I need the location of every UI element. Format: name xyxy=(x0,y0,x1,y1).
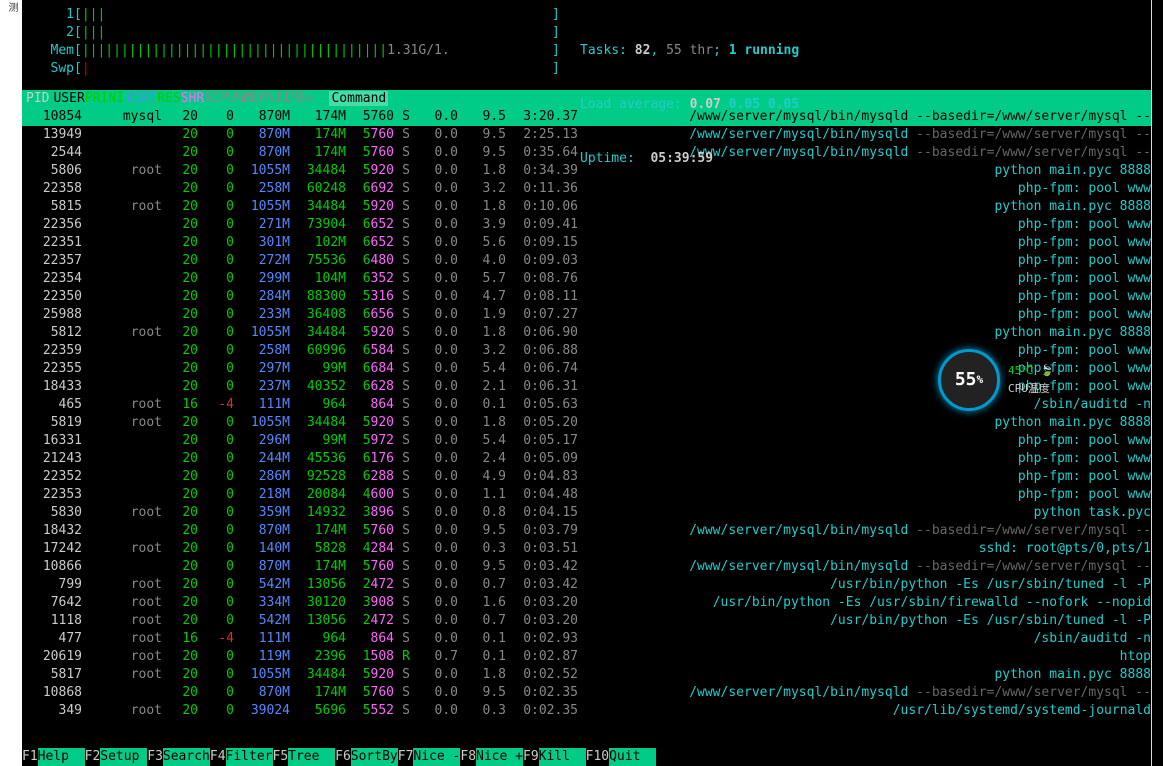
process-row[interactable]: 5812root2001055M344845920S0.01.80:06.90 … xyxy=(22,324,1151,342)
fkey-label[interactable]: SortBy xyxy=(351,748,398,766)
process-row[interactable]: 5815root2001055M344845920S0.01.80:10.06 … xyxy=(22,198,1151,216)
cpu-usage-circle: 55% xyxy=(938,349,1000,411)
process-row[interactable]: 22353200218M200844600S0.01.10:04.48 php-… xyxy=(22,486,1151,504)
fkey-f5[interactable]: F5 xyxy=(273,748,289,766)
fkey-f1[interactable]: F1 xyxy=(22,748,38,766)
process-row[interactable]: 7642root200334M301203908S0.01.60:03.20 /… xyxy=(22,594,1151,612)
process-row[interactable]: 5817root2001055M344845920S0.01.80:02.52 … xyxy=(22,666,1151,684)
process-row[interactable]: 22356200271M739046652S0.03.90:09.41 php-… xyxy=(22,216,1151,234)
process-row[interactable]: 22354200299M104M6352S0.05.70:08.76 php-f… xyxy=(22,270,1151,288)
process-row[interactable]: 5830root200359M149323896S0.00.80:04.15 p… xyxy=(22,504,1151,522)
process-row[interactable]: 22357200272M755366480S0.04.00:09.03 php-… xyxy=(22,252,1151,270)
fkey-f8[interactable]: F8 xyxy=(460,748,476,766)
process-row[interactable]: 477root16-4111M964864S0.00.10:02.93 /sbi… xyxy=(22,630,1151,648)
fkey-f9[interactable]: F9 xyxy=(523,748,539,766)
process-row[interactable]: 22352200286M925286288S0.04.90:04.83 php-… xyxy=(22,468,1151,486)
process-row[interactable]: 5819root2001055M344845920S0.01.80:05.20 … xyxy=(22,414,1151,432)
process-row[interactable]: 1118root200542M130562472S0.00.70:03.20 /… xyxy=(22,612,1151,630)
host-sidebar: 测 xyxy=(0,0,22,766)
cpu-temp-widget[interactable]: 55% 45℃ 🍃 CPU温度 xyxy=(938,345,1058,415)
cpu-temp-info: 45℃ 🍃 CPU温度 xyxy=(1008,362,1054,398)
fkey-label[interactable]: Help xyxy=(38,748,85,766)
process-row[interactable]: 20619root200119M23961508R0.70.10:02.87 h… xyxy=(22,648,1151,666)
fkey-label[interactable]: Kill xyxy=(539,748,586,766)
fkey-label[interactable]: Nice + xyxy=(476,748,523,766)
fkey-f2[interactable]: F2 xyxy=(85,748,101,766)
fkey-label[interactable]: Search xyxy=(163,748,210,766)
process-row[interactable]: 349root2003902456965552S0.00.30:02.35 /u… xyxy=(22,702,1151,720)
fkey-label[interactable]: Tree xyxy=(288,748,335,766)
fkey-f10[interactable]: F10 xyxy=(586,748,609,766)
htop-info: Tasks: 82, 55 thr; 1 running Load averag… xyxy=(580,6,799,186)
sidebar-tab[interactable]: 测 xyxy=(0,0,22,14)
fkey-label[interactable]: Setup xyxy=(100,748,147,766)
process-row[interactable]: 10866200870M174M5760S0.09.50:03.42 /www/… xyxy=(22,558,1151,576)
process-row[interactable]: 21243200244M455366176S0.02.40:05.09 php-… xyxy=(22,450,1151,468)
footer-bar: F1Help F2Setup F3SearchF4FilterF5Tree F6… xyxy=(22,748,656,766)
fkey-f7[interactable]: F7 xyxy=(398,748,414,766)
process-row[interactable]: 799root200542M130562472S0.00.70:03.42 /u… xyxy=(22,576,1151,594)
process-row[interactable]: 25988200233M364086656S0.01.90:07.27 php-… xyxy=(22,306,1151,324)
process-row[interactable]: 10868200870M174M5760S0.09.50:02.35 /www/… xyxy=(22,684,1151,702)
process-row[interactable]: 22350200284M883005316S0.04.70:08.11 php-… xyxy=(22,288,1151,306)
fkey-f3[interactable]: F3 xyxy=(147,748,163,766)
fkey-f6[interactable]: F6 xyxy=(335,748,351,766)
fkey-label[interactable]: Filter xyxy=(226,748,273,766)
process-row[interactable]: 18432200870M174M5760S0.09.50:03.79 /www/… xyxy=(22,522,1151,540)
fkey-label[interactable]: Nice - xyxy=(413,748,460,766)
process-row[interactable]: 17242root200140M58284284S0.00.30:03.51 s… xyxy=(22,540,1151,558)
process-row[interactable]: 16331200296M99M5972S0.05.40:05.17 php-fp… xyxy=(22,432,1151,450)
fkey-label[interactable]: Quit xyxy=(609,748,656,766)
process-row[interactable]: 22351200301M102M6652S0.05.60:09.15 php-f… xyxy=(22,234,1151,252)
fkey-f4[interactable]: F4 xyxy=(210,748,226,766)
